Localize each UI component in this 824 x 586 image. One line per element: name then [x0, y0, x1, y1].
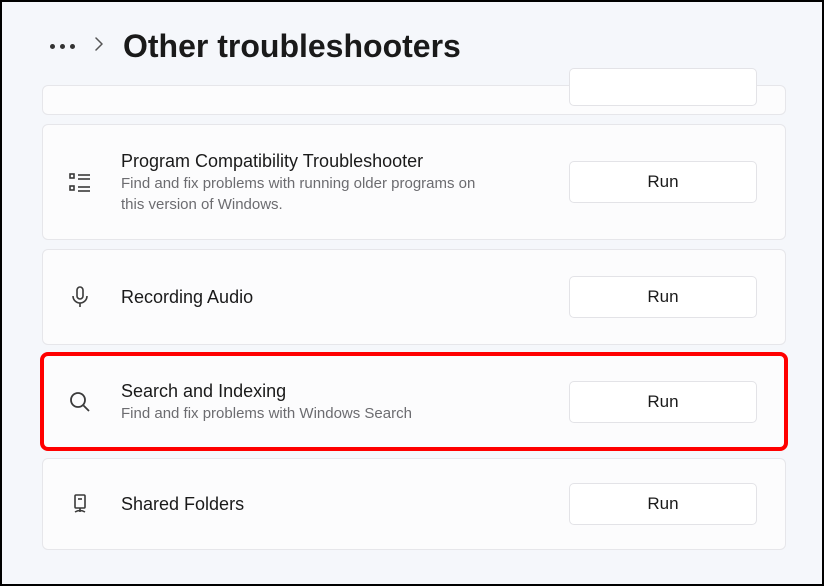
microphone-icon [65, 282, 95, 312]
more-icon[interactable] [50, 44, 75, 49]
run-button-partial[interactable] [569, 68, 757, 106]
troubleshooter-card-search-indexing[interactable]: Search and Indexing Find and fix problem… [42, 354, 786, 450]
run-button[interactable]: Run [569, 483, 757, 525]
run-button[interactable]: Run [569, 161, 757, 203]
server-icon [65, 489, 95, 519]
card-desc: Find and fix problems with Windows Searc… [121, 404, 491, 424]
card-title: Program Compatibility Troubleshooter [121, 149, 543, 173]
page-title: Other troubleshooters [123, 28, 461, 65]
chevron-right-icon [93, 37, 105, 56]
card-desc: Find and fix problems with running older… [121, 174, 491, 215]
run-button[interactable]: Run [569, 381, 757, 423]
troubleshooter-card-program-compatibility[interactable]: Program Compatibility Troubleshooter Fin… [42, 124, 786, 240]
card-title: Shared Folders [121, 492, 543, 516]
troubleshooter-card-shared-folders[interactable]: Shared Folders Run [42, 458, 786, 550]
list-icon [65, 167, 95, 197]
run-button[interactable]: Run [569, 276, 757, 318]
search-icon [65, 387, 95, 417]
card-title: Recording Audio [121, 285, 543, 309]
troubleshooter-card-partial [42, 85, 786, 115]
troubleshooter-card-recording-audio[interactable]: Recording Audio Run [42, 249, 786, 345]
card-title: Search and Indexing [121, 379, 543, 403]
